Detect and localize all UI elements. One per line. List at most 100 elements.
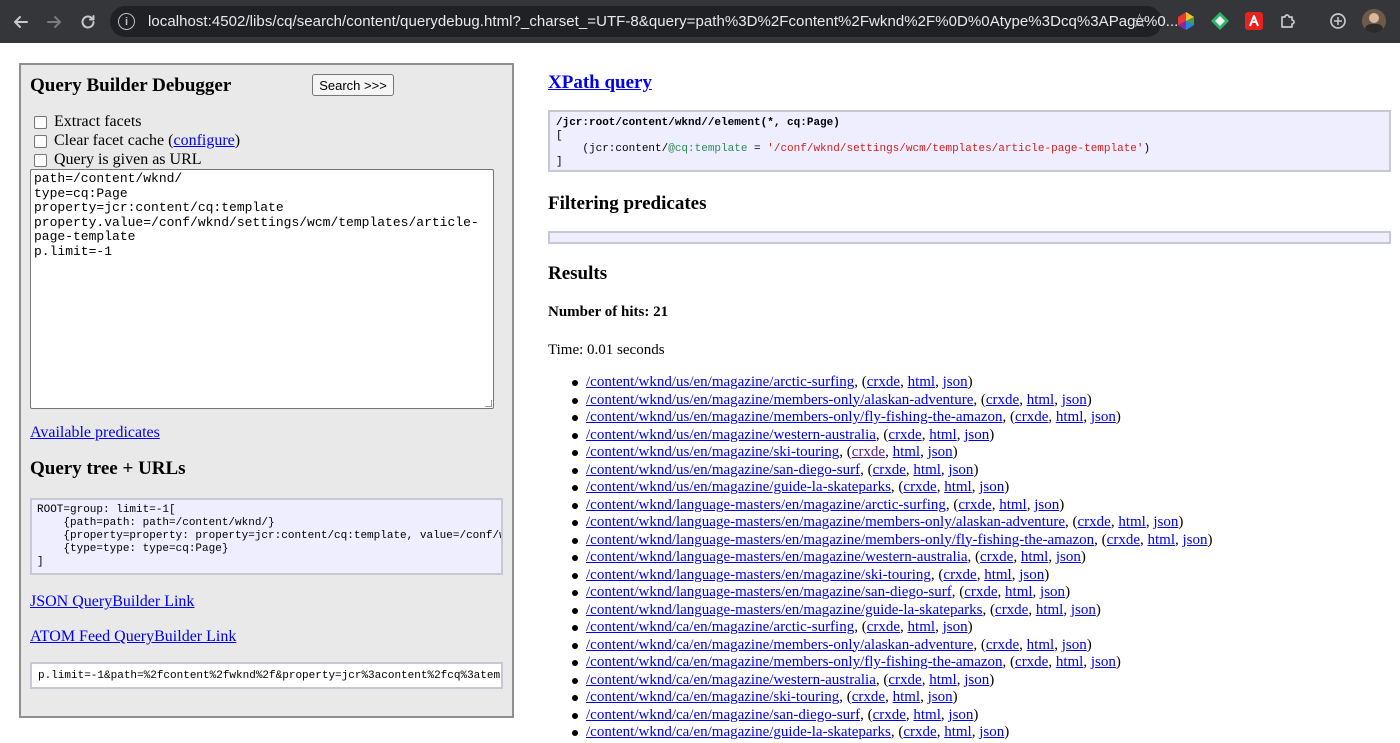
query-as-url-option[interactable]: Query is given as URL [34, 151, 202, 169]
result-json-link[interactable]: json [928, 444, 953, 460]
profile-avatar[interactable] [1362, 9, 1386, 33]
result-crxde-link[interactable]: crxde [867, 619, 900, 635]
result-json-link[interactable]: json [943, 619, 968, 635]
result-path-link[interactable]: /content/wknd/ca/en/magazine/ski-touring [586, 689, 839, 705]
result-html-link[interactable]: html [1027, 392, 1055, 408]
result-crxde-link[interactable]: crxde [980, 549, 1013, 565]
result-json-link[interactable]: json [1056, 549, 1081, 565]
result-crxde-link[interactable]: crxde [888, 427, 921, 443]
result-crxde-link[interactable]: crxde [964, 584, 997, 600]
site-info-icon[interactable]: i [118, 13, 135, 30]
result-json-link[interactable]: json [943, 374, 968, 390]
adobe-extension-icon[interactable] [1244, 11, 1264, 31]
result-crxde-link[interactable]: crxde [873, 462, 906, 478]
chatgpt-extension-icon[interactable] [1328, 11, 1348, 31]
result-path-link[interactable]: /content/wknd/language-masters/en/magazi… [586, 514, 1065, 530]
result-html-link[interactable]: html [893, 444, 921, 460]
result-path-link[interactable]: /content/wknd/language-masters/en/magazi… [586, 497, 946, 513]
result-json-link[interactable]: json [1183, 532, 1208, 548]
green-diamond-extension-icon[interactable] [1210, 11, 1230, 31]
result-html-link[interactable]: html [908, 374, 936, 390]
result-json-link[interactable]: json [948, 462, 973, 478]
result-crxde-link[interactable]: crxde [986, 637, 1019, 653]
atom-feed-querybuilder-link[interactable]: ATOM Feed QueryBuilder Link [30, 628, 236, 646]
xpath-query-link[interactable]: XPath query [548, 72, 652, 94]
result-json-link[interactable]: json [979, 479, 1004, 495]
search-button[interactable]: Search >>> [312, 74, 394, 96]
result-path-link[interactable]: /content/wknd/language-masters/en/magazi… [586, 602, 983, 618]
result-json-link[interactable]: json [1091, 654, 1116, 670]
result-html-link[interactable]: html [908, 619, 936, 635]
result-json-link[interactable]: json [928, 689, 953, 705]
result-crxde-link[interactable]: crxde [943, 567, 976, 583]
result-path-link[interactable]: /content/wknd/us/en/magazine/ski-touring [586, 444, 839, 460]
result-html-link[interactable]: html [1147, 532, 1175, 548]
result-crxde-link[interactable]: crxde [995, 602, 1028, 618]
result-path-link[interactable]: /content/wknd/ca/en/magazine/members-onl… [586, 654, 1003, 670]
result-crxde-link[interactable]: crxde [852, 444, 885, 460]
result-path-link[interactable]: /content/wknd/us/en/magazine/members-onl… [586, 392, 973, 408]
result-json-link[interactable]: json [1034, 497, 1059, 513]
extensions-puzzle-icon[interactable] [1278, 11, 1298, 31]
result-path-link[interactable]: /content/wknd/us/en/magazine/members-onl… [586, 409, 1003, 425]
result-path-link[interactable]: /content/wknd/ca/en/magazine/members-onl… [586, 637, 973, 653]
result-html-link[interactable]: html [1021, 549, 1049, 565]
result-path-link[interactable]: /content/wknd/language-masters/en/magazi… [586, 567, 931, 583]
color-extension-icon[interactable] [1176, 11, 1196, 31]
result-json-link[interactable]: json [964, 427, 989, 443]
back-arrow-icon[interactable] [9, 10, 33, 34]
result-path-link[interactable]: /content/wknd/us/en/magazine/western-aus… [586, 427, 876, 443]
result-crxde-link[interactable]: crxde [986, 392, 1019, 408]
result-html-link[interactable]: html [929, 672, 957, 688]
bookmark-star-icon[interactable]: ☆ [1131, 10, 1148, 33]
extract-facets-option[interactable]: Extract facets [34, 113, 142, 131]
result-path-link[interactable]: /content/wknd/us/en/magazine/guide-la-sk… [586, 479, 891, 495]
result-json-link[interactable]: json [1040, 584, 1065, 600]
result-path-link[interactable]: /content/wknd/us/en/magazine/san-diego-s… [586, 462, 860, 478]
result-html-link[interactable]: html [1056, 409, 1084, 425]
result-crxde-link[interactable]: crxde [1015, 409, 1048, 425]
clear-facet-cache-option[interactable]: Clear facet cache (configure) [34, 132, 240, 150]
result-json-link[interactable]: json [979, 724, 1004, 740]
clear-facet-cache-checkbox[interactable] [34, 134, 47, 148]
result-path-link[interactable]: /content/wknd/ca/en/magazine/arctic-surf… [586, 619, 854, 635]
result-json-link[interactable]: json [1071, 602, 1096, 618]
result-html-link[interactable]: html [1027, 637, 1055, 653]
result-crxde-link[interactable]: crxde [1015, 654, 1048, 670]
address-bar[interactable]: i localhost:4502/libs/cq/search/content/… [110, 6, 1178, 37]
result-crxde-link[interactable]: crxde [867, 374, 900, 390]
result-crxde-link[interactable]: crxde [903, 479, 936, 495]
result-path-link[interactable]: /content/wknd/ca/en/magazine/san-diego-s… [586, 707, 860, 723]
result-crxde-link[interactable]: crxde [888, 672, 921, 688]
result-html-link[interactable]: html [913, 462, 941, 478]
configure-link[interactable]: configure [173, 132, 234, 150]
result-crxde-link[interactable]: crxde [903, 724, 936, 740]
result-html-link[interactable]: html [984, 567, 1012, 583]
query-textarea[interactable]: path=/content/wknd/ type=cq:Page propert… [30, 169, 494, 409]
result-crxde-link[interactable]: crxde [873, 707, 906, 723]
result-path-link[interactable]: /content/wknd/ca/en/magazine/guide-la-sk… [586, 724, 891, 740]
result-json-link[interactable]: json [1091, 409, 1116, 425]
extract-facets-checkbox[interactable] [34, 115, 47, 129]
result-crxde-link[interactable]: crxde [852, 689, 885, 705]
result-json-link[interactable]: json [948, 707, 973, 723]
result-html-link[interactable]: html [1056, 654, 1084, 670]
result-json-link[interactable]: json [964, 672, 989, 688]
result-html-link[interactable]: html [1118, 514, 1146, 530]
reload-icon[interactable] [76, 10, 100, 34]
result-crxde-link[interactable]: crxde [1107, 532, 1140, 548]
result-html-link[interactable]: html [944, 724, 972, 740]
result-html-link[interactable]: html [929, 427, 957, 443]
result-json-link[interactable]: json [1019, 567, 1044, 583]
result-path-link[interactable]: /content/wknd/language-masters/en/magazi… [586, 584, 952, 600]
result-path-link[interactable]: /content/wknd/language-masters/en/magazi… [586, 549, 968, 565]
query-as-url-checkbox[interactable] [34, 153, 47, 167]
result-html-link[interactable]: html [913, 707, 941, 723]
result-json-link[interactable]: json [1153, 514, 1178, 530]
result-html-link[interactable]: html [944, 479, 972, 495]
result-html-link[interactable]: html [1005, 584, 1033, 600]
result-path-link[interactable]: /content/wknd/language-masters/en/magazi… [586, 532, 1094, 548]
result-json-link[interactable]: json [1062, 637, 1087, 653]
result-crxde-link[interactable]: crxde [958, 497, 991, 513]
result-path-link[interactable]: /content/wknd/us/en/magazine/arctic-surf… [586, 374, 854, 390]
